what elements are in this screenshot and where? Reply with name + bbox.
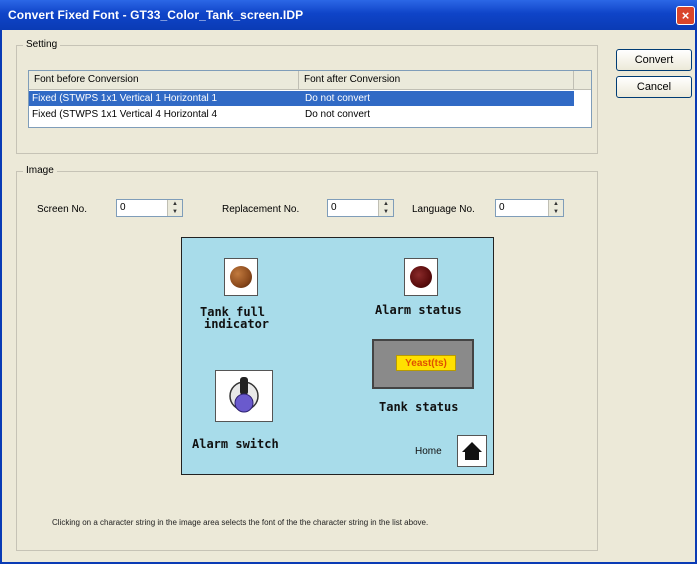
row-font-before: Fixed (STWPS 1x1 Vertical 4 Horizontal 4 xyxy=(32,109,218,120)
language-no-label: Language No. xyxy=(412,204,475,215)
font-conversion-list[interactable]: Font before Conversion Font after Conver… xyxy=(28,70,592,128)
list-header: Font before Conversion Font after Conver… xyxy=(29,71,591,90)
home-icon xyxy=(462,442,482,460)
alarm-switch-text[interactable]: Alarm switch xyxy=(192,438,279,450)
spin-down-icon[interactable]: ▼ xyxy=(167,208,182,216)
setting-group-label: Setting xyxy=(23,39,61,50)
home-text[interactable]: Home xyxy=(415,446,442,457)
row-font-after: Do not convert xyxy=(305,93,371,104)
spin-up-icon[interactable]: ▲ xyxy=(378,200,393,208)
language-no-value[interactable]: 0 xyxy=(499,202,505,213)
screen-preview[interactable]: Tank full indicator Alarm status Yeast(t… xyxy=(181,237,494,475)
close-button[interactable]: × xyxy=(676,6,695,25)
column-header-font-after[interactable]: Font after Conversion xyxy=(299,71,574,89)
toggle-switch-icon xyxy=(229,377,259,413)
lamp-bulb-icon xyxy=(410,266,432,288)
language-no-spinner[interactable]: 0 ▲ ▼ xyxy=(495,199,564,217)
tank-full-lamp[interactable] xyxy=(224,258,258,296)
list-row[interactable]: Fixed (STWPS 1x1 Vertical 4 Horizontal 4… xyxy=(29,107,574,122)
screen-no-spin-buttons[interactable]: ▲ ▼ xyxy=(167,200,182,216)
language-no-spin-buttons[interactable]: ▲ ▼ xyxy=(548,200,563,216)
spin-down-icon[interactable]: ▼ xyxy=(548,208,563,216)
replacement-no-label: Replacement No. xyxy=(222,204,300,215)
screen-no-label: Screen No. xyxy=(37,204,88,215)
home-button[interactable] xyxy=(457,435,487,467)
spin-down-icon[interactable]: ▼ xyxy=(378,208,393,216)
row-font-before: Fixed (STWPS 1x1 Vertical 1 Horizontal 1 xyxy=(32,93,218,104)
screen-no-value[interactable]: 0 xyxy=(120,202,126,213)
title-bar: Convert Fixed Font - GT33_Color_Tank_scr… xyxy=(0,0,697,30)
lamp-bulb-icon xyxy=(230,266,252,288)
image-group-label: Image xyxy=(23,165,57,176)
list-row[interactable]: Fixed (STWPS 1x1 Vertical 1 Horizontal 1… xyxy=(29,91,574,106)
replacement-no-value[interactable]: 0 xyxy=(331,202,337,213)
spin-up-icon[interactable]: ▲ xyxy=(167,200,182,208)
column-header-spacer xyxy=(574,71,591,89)
footnote-text: Clicking on a character string in the im… xyxy=(52,518,429,527)
alarm-status-lamp[interactable] xyxy=(404,258,438,296)
alarm-switch[interactable] xyxy=(215,370,273,422)
tank-status-text[interactable]: Tank status xyxy=(379,401,458,413)
column-header-font-before[interactable]: Font before Conversion xyxy=(29,71,299,89)
tank-status-display[interactable]: Yeast(ts) xyxy=(372,339,474,389)
row-font-after: Do not convert xyxy=(305,109,371,120)
screen-no-spinner[interactable]: 0 ▲ ▼ xyxy=(116,199,183,217)
tank-full-text-line2[interactable]: indicator xyxy=(204,318,269,330)
cancel-button[interactable]: Cancel xyxy=(616,76,692,98)
replacement-no-spinner[interactable]: 0 ▲ ▼ xyxy=(327,199,394,217)
spin-up-icon[interactable]: ▲ xyxy=(548,200,563,208)
replacement-no-spin-buttons[interactable]: ▲ ▼ xyxy=(378,200,393,216)
convert-button[interactable]: Convert xyxy=(616,49,692,71)
alarm-status-text[interactable]: Alarm status xyxy=(375,304,462,316)
window-title: Convert Fixed Font - GT33_Color_Tank_scr… xyxy=(8,8,304,22)
status-box-text[interactable]: Yeast(ts) xyxy=(396,355,456,371)
